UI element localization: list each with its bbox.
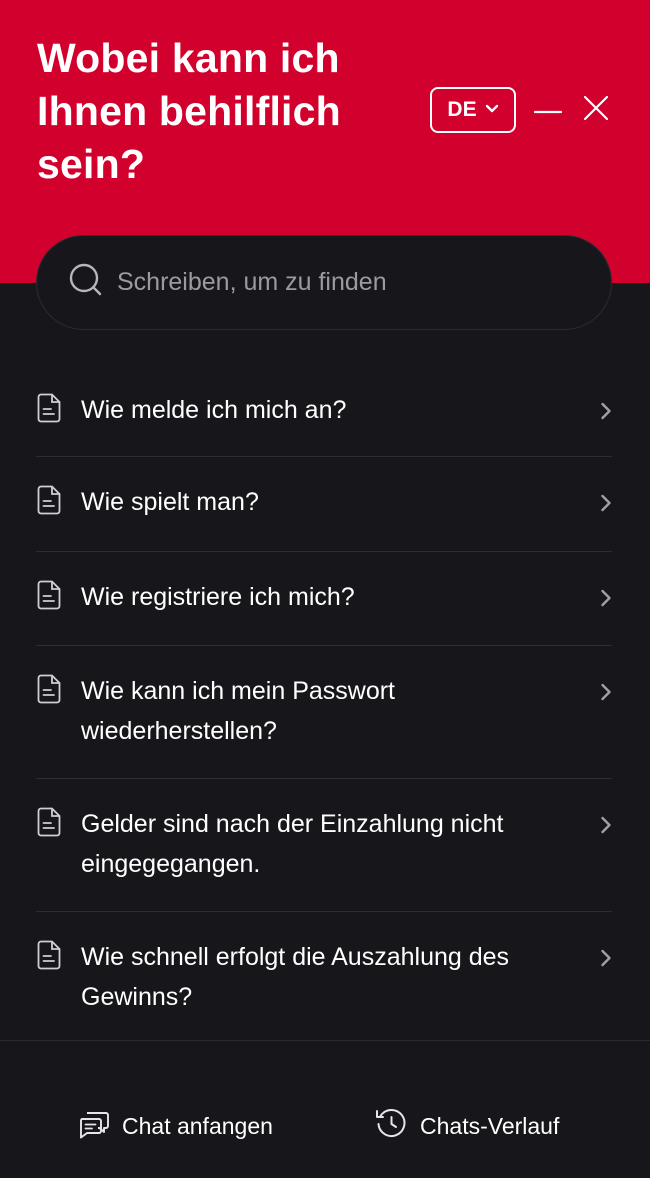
faq-item-label: Wie registriere ich mich?: [81, 583, 355, 611]
chevron-right-icon: [600, 816, 612, 839]
faq-item[interactable]: Wie registriere ich mich?: [36, 552, 612, 646]
search-icon: [69, 263, 103, 302]
faq-item-label: Wie melde ich mich an?: [81, 396, 347, 424]
faq-item[interactable]: Wie spielt man?: [36, 457, 612, 552]
chat-bubbles-icon: [78, 1109, 110, 1144]
faq-item[interactable]: Wie kann ich mein Passwort wiederherstel…: [36, 646, 612, 779]
page-title: Wobei kann ich Ihnen behilflich sein?: [37, 35, 341, 187]
search-input[interactable]: [117, 268, 577, 297]
chevron-right-icon: [600, 402, 612, 425]
start-chat-label: Chat anfangen: [122, 1112, 273, 1139]
minimize-icon: [533, 101, 563, 119]
faq-item[interactable]: Gelder sind nach der Einzahlung nicht ei…: [36, 779, 612, 912]
chevron-down-icon: [485, 101, 499, 119]
minimize-button[interactable]: [533, 94, 563, 126]
document-icon: [36, 674, 62, 709]
chevron-right-icon: [600, 949, 612, 972]
faq-item-label: Wie schnell erfolgt die Auszahlung des G…: [81, 943, 510, 1011]
faq-item-label: Wie spielt man?: [81, 488, 259, 516]
faq-item[interactable]: Wie schnell erfolgt die Auszahlung des G…: [36, 912, 612, 1042]
document-icon: [36, 940, 62, 975]
chevron-right-icon: [600, 589, 612, 612]
history-icon: [375, 1107, 408, 1145]
document-icon: [36, 807, 62, 842]
language-select[interactable]: DE: [430, 87, 516, 133]
start-chat-button[interactable]: Chat anfangen: [78, 1104, 273, 1148]
faq-item[interactable]: Wie melde ich mich an?: [36, 364, 612, 457]
close-icon: [583, 95, 609, 126]
document-icon: [36, 580, 62, 615]
chevron-right-icon: [600, 683, 612, 706]
chat-history-label: Chats-Verlauf: [420, 1112, 560, 1139]
faq-list: Wie melde ich mich an? Wie spielt man? W…: [36, 364, 612, 1042]
chevron-right-icon: [600, 494, 612, 517]
search-bar: [36, 235, 612, 330]
chat-history-button[interactable]: Chats-Verlauf: [375, 1104, 559, 1148]
footer-divider: [0, 1040, 650, 1041]
document-icon: [36, 393, 62, 428]
faq-item-label: Gelder sind nach der Einzahlung nicht ei…: [81, 810, 504, 878]
faq-item-label: Wie kann ich mein Passwort wiederherstel…: [81, 677, 396, 745]
language-label: DE: [447, 98, 477, 121]
close-button[interactable]: [581, 94, 611, 126]
document-icon: [36, 485, 62, 520]
